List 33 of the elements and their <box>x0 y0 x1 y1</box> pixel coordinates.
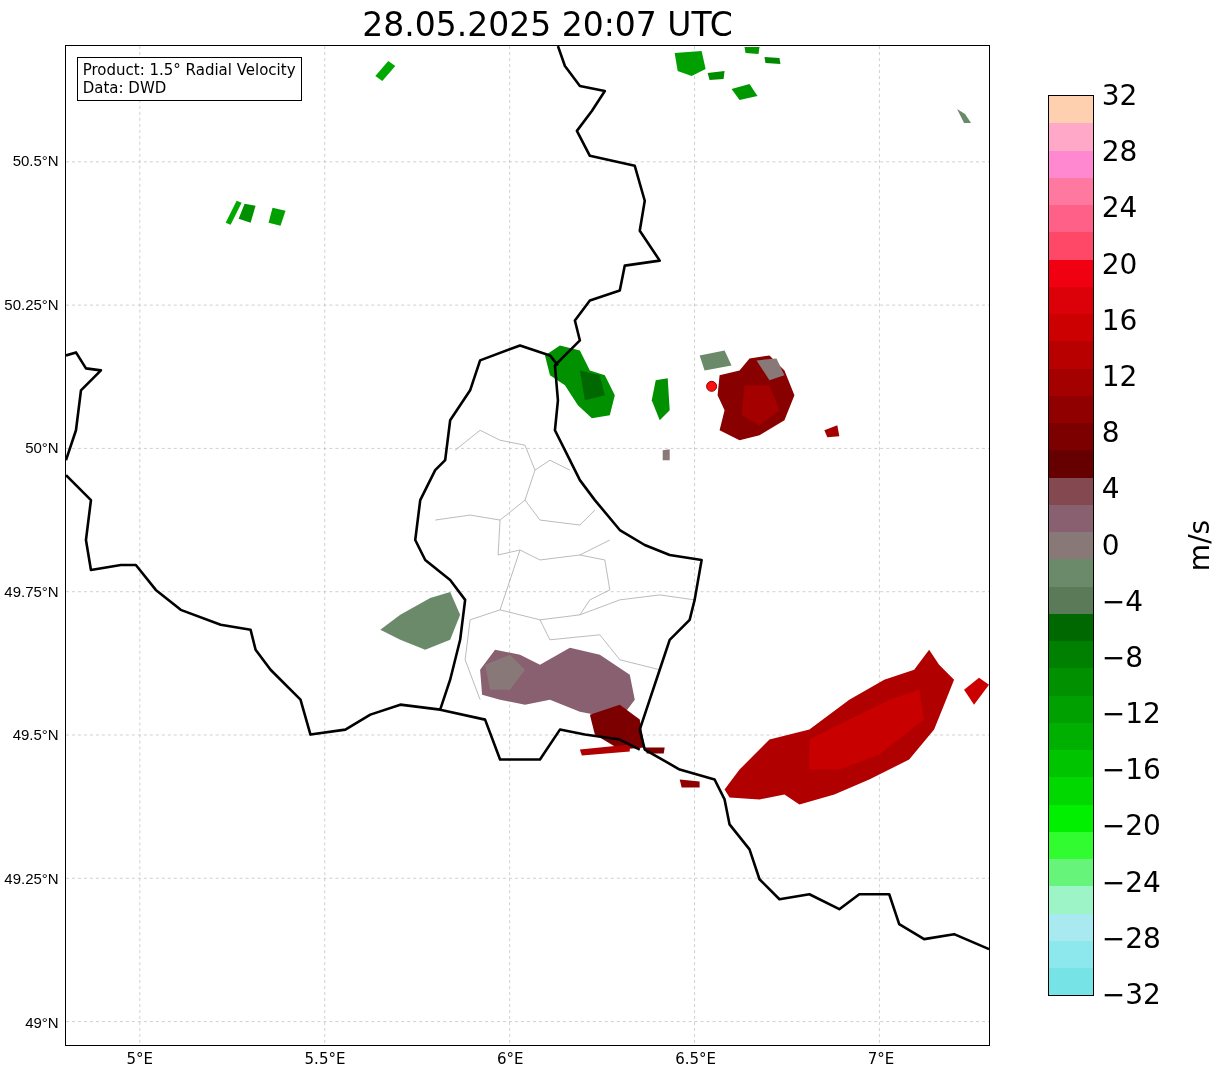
colorbar-tick-label: 12 <box>1101 360 1138 393</box>
colorbar-tick-label: −12 <box>1101 698 1161 731</box>
latitude-label: 50°N <box>25 439 59 458</box>
colorbar-tick-label: 24 <box>1101 192 1138 225</box>
latitude-label: 50.25°N <box>4 295 59 314</box>
longitude-label: 5°E <box>126 1050 153 1068</box>
colorbar-tick-label: 8 <box>1101 417 1120 450</box>
colorbar-tick-label: 32 <box>1101 80 1138 112</box>
longitude-label: 7°E <box>867 1050 895 1068</box>
colorbar-tick-label: 16 <box>1101 304 1138 337</box>
colorbar-tick-label: −24 <box>1101 866 1161 899</box>
colorbar-tick-label: −4 <box>1101 585 1143 618</box>
colorbar-tick-label: −8 <box>1101 641 1143 674</box>
latitude-label: 50.5°N <box>12 152 59 170</box>
legend-text: Data: DWD <box>82 79 168 97</box>
longitude-label: 6°E <box>497 1050 524 1068</box>
colorbar-tick-label: −32 <box>1101 979 1161 1011</box>
chart-title: 28.05.2025 20:07 UTC <box>362 5 733 45</box>
legend-text: Product: 1.5° Radial Velocity <box>82 61 296 79</box>
colorbar-tick-label: 0 <box>1101 529 1120 562</box>
latitude-label: 49.25°N <box>4 870 59 888</box>
colorbar-unit-label: m/s <box>1182 519 1216 572</box>
colorbar-tick-label: −16 <box>1101 754 1161 787</box>
colorbar-tick-label: 20 <box>1101 248 1138 281</box>
colorbar-tick-label: 28 <box>1101 136 1138 169</box>
colorbar-tick-label: −20 <box>1101 810 1161 843</box>
longitude-label: 5.5°E <box>304 1050 346 1068</box>
latitude-label: 49.75°N <box>4 582 59 601</box>
longitude-label: 6.5°E <box>675 1050 716 1068</box>
latitude-label: 49°N <box>25 1013 59 1032</box>
colorbar-tick-label: −28 <box>1101 922 1161 955</box>
colorbar-tick-label: 4 <box>1101 473 1120 506</box>
latitude-label: 49.5°N <box>12 726 59 745</box>
